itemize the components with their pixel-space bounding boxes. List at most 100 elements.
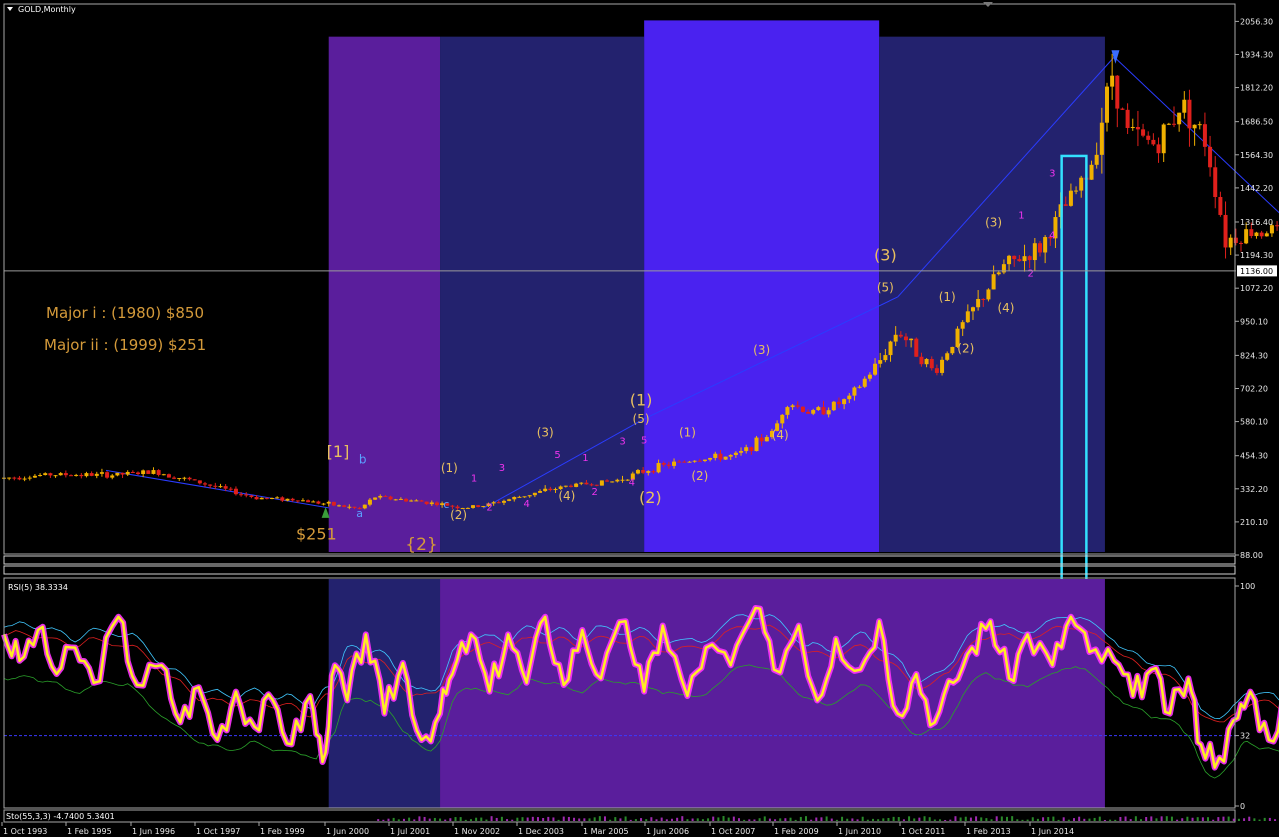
sto-bar [397,819,400,821]
candle-body [847,395,852,400]
sto-bar [779,818,782,821]
sto-bar [784,818,787,821]
sto-bar [964,816,967,821]
sto-bar [464,819,467,821]
candle-body [692,460,697,462]
candle-body [553,489,558,491]
candle-body [1233,237,1238,243]
candle-body [192,479,197,481]
sto-bar [531,816,534,821]
price-tick-label: 88.00 [1240,551,1263,560]
sto-bar [727,817,730,821]
candle-body [1218,196,1223,215]
sto-bar [696,818,699,821]
candle-body [970,307,975,312]
sto-bar [1052,816,1055,821]
candle-body [940,359,945,373]
sto-bar [835,819,838,821]
candle-body [795,405,800,407]
candle-body [275,497,280,499]
candle-body [599,480,604,486]
sto-bar [614,817,617,821]
candle-body [476,505,481,507]
sto-bar [897,817,900,821]
sto-bar [526,817,529,821]
rsi-shade-region-1 [440,579,1105,808]
candle-body [713,453,718,458]
candle-body [1017,259,1022,262]
candle-body [1239,242,1243,244]
candle-body [239,494,244,496]
sto-bar [918,817,921,821]
sto-bar [578,818,581,821]
candle-body [7,477,12,479]
wave-label: 5 [554,450,560,461]
candle-body [898,334,903,337]
sto-bar [521,817,524,821]
sto-bar [707,818,710,821]
candle-body [342,505,347,508]
candle-body [893,334,898,342]
candle-body [610,481,615,483]
price-tick-label: 1812.20 [1240,84,1273,93]
sto-bar [969,817,972,821]
candle-body [1099,122,1104,155]
sto-bar [1016,819,1019,821]
candle-body [605,480,610,482]
candle-body [419,500,424,502]
candle-body [651,471,656,473]
candle-body [517,496,522,498]
sto-bar [712,816,715,821]
candle-body [331,501,336,506]
sto-bar [1150,816,1153,821]
time-tick-label: 1 Feb 2013 [966,827,1011,836]
candle-body [574,483,579,487]
candle-body [141,470,146,475]
sto-bar [758,818,761,821]
sto-bar [980,817,983,821]
sto-bar [1227,816,1230,821]
candle-body [74,474,79,476]
candle-body [1027,256,1032,261]
sto-bar [588,818,591,821]
candle-body [270,497,275,499]
sto-bar [1222,816,1225,821]
candle-body [981,298,986,300]
sto-bar [413,819,416,821]
wave-label: (4) [997,301,1014,315]
candle-body [223,486,228,489]
candle-body [1089,164,1094,180]
candle-body [831,401,836,411]
candle-body [1161,124,1166,154]
sto-bar [475,817,478,821]
sto-bar [1078,816,1081,821]
sto-bar [542,818,545,821]
current-price-label: 1136.00 [1240,267,1273,276]
candle-body [1094,154,1099,165]
sto-bar [640,818,643,821]
wave-label: (2) [957,341,974,355]
candle-body [739,451,744,453]
candle-body [708,457,713,460]
candle-body [620,479,625,481]
time-tick-label: 1 Jun 2010 [838,827,881,836]
sto-bar [902,819,905,821]
candle-body [790,405,795,408]
candle-body [842,399,847,405]
candle-body [563,485,568,487]
candle-body [687,461,692,463]
candle-body [945,353,950,360]
sto-bar [753,819,756,821]
candle-body [1135,127,1140,130]
sto-bar [573,817,576,821]
candle-body [914,338,919,357]
sto-bar [547,816,550,821]
candle-body [22,478,27,480]
candle-body [32,475,37,478]
sto-bar [1274,819,1277,821]
candle-body [878,360,883,364]
sto-bar [660,817,663,821]
candle-body [811,410,816,414]
sto-bar [815,817,818,821]
candle-body [1063,204,1068,206]
